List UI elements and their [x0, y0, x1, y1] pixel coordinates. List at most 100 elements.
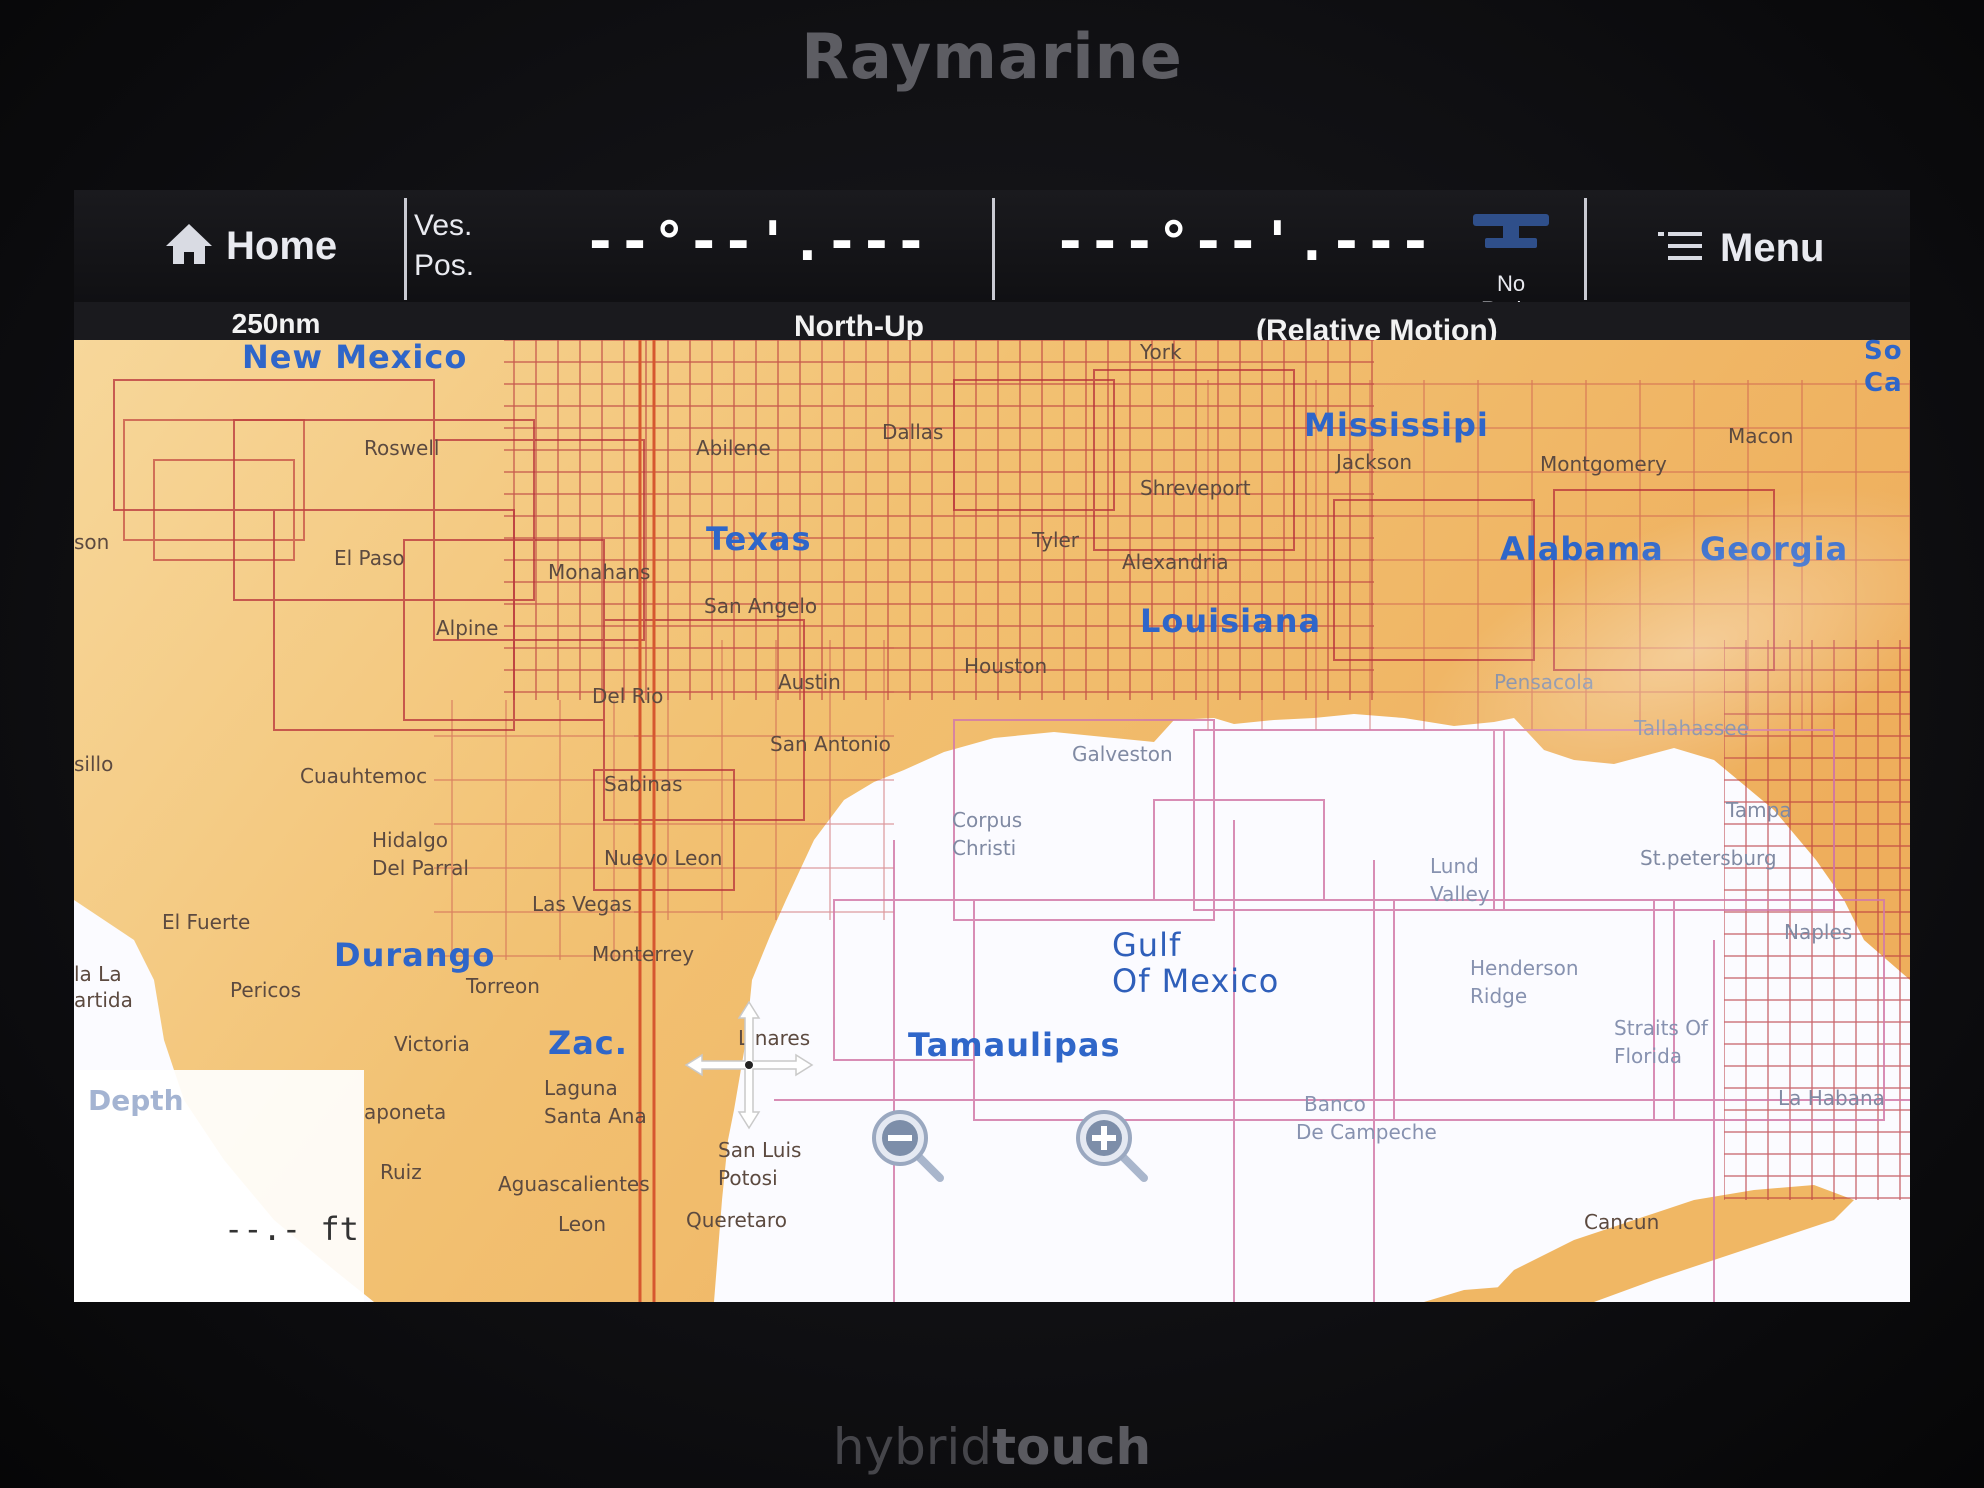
zoom-out-icon [872, 1110, 944, 1182]
city-label: Hidalgo [372, 828, 449, 852]
menu-button[interactable]: Menu [1654, 226, 1824, 271]
city-label: Potosi [718, 1166, 778, 1190]
city-label: Pensacola [1494, 670, 1595, 694]
city-label: Monterrey [592, 942, 695, 966]
latitude-readout: --°--'.--- [584, 210, 930, 273]
city-label: Roswell [364, 436, 440, 460]
city-label: Leon [558, 1212, 607, 1236]
zoom-out-button[interactable] [868, 1106, 948, 1186]
city-label: Aguascalientes [498, 1172, 650, 1196]
city-label: San Antonio [770, 732, 891, 756]
region-label-durango: Durango [334, 936, 496, 974]
menu-label: Menu [1720, 226, 1825, 270]
city-label: Del Rio [592, 684, 664, 708]
sea-label-gulf-line2: Of Mexico [1112, 962, 1280, 1000]
home-icon [164, 222, 214, 271]
city-label: Naples [1784, 920, 1853, 944]
feature-label: Florida [1614, 1044, 1683, 1068]
city-label: Galveston [1072, 742, 1173, 766]
sea-label-gulf-line1: Gulf [1112, 926, 1182, 964]
divider [404, 198, 407, 300]
depth-title: Depth [88, 1084, 184, 1117]
city-label: Alpine [436, 616, 499, 640]
city-label: Monahans [548, 560, 651, 584]
city-label: San Angelo [704, 594, 818, 618]
model-logo: hybridtouch [0, 1418, 1984, 1476]
region-label-tamaulipas: Tamaulipas [908, 1026, 1121, 1064]
city-label: Jackson [1336, 450, 1413, 474]
feature-label: Ridge [1470, 984, 1528, 1008]
city-label: Shreveport [1140, 476, 1251, 500]
city-label: Tyler [1032, 528, 1080, 552]
city-label: Dallas [882, 420, 944, 444]
city-label: Pericos [230, 978, 302, 1002]
city-label: Nuevo Leon [604, 846, 723, 870]
city-label: Austin [778, 670, 841, 694]
city-label: Laguna [544, 1076, 618, 1100]
city-label: Queretaro [686, 1208, 787, 1232]
city-label: son [74, 530, 110, 554]
city-label: Sabinas [604, 772, 683, 796]
city-label: Cuauhtemoc [300, 764, 428, 788]
home-label: Home [226, 223, 338, 268]
city-label: Montgomery [1540, 452, 1667, 476]
region-label-mississippi: Mississipi [1304, 406, 1489, 444]
city-label: Del Parral [372, 856, 469, 880]
city-label: sillo [74, 752, 114, 776]
feature-label: Henderson [1470, 956, 1579, 980]
region-label-edge-2: Ca [1864, 368, 1903, 398]
city-label: Abilene [696, 436, 771, 460]
region-label-georgia: Georgia [1700, 530, 1849, 568]
chart-grid-south-texas [434, 700, 654, 960]
city-label: La Habana [1778, 1086, 1885, 1110]
scale-label: 250nm [231, 308, 321, 339]
divider [1584, 198, 1587, 300]
city-label: Victoria [394, 1032, 470, 1056]
city-label: Corpus [952, 808, 1023, 832]
divider [992, 198, 995, 300]
pan-control[interactable] [684, 1000, 814, 1130]
vespos-line2: Pos. [414, 249, 475, 282]
city-label: Alexandria [1122, 550, 1229, 574]
home-button[interactable]: Home [164, 220, 337, 272]
city-label: Tampa [1726, 798, 1792, 822]
zoom-in-icon [1076, 1110, 1148, 1182]
region-label-new-mexico: New Mexico [242, 338, 468, 376]
city-label: Cancun [1584, 1210, 1660, 1234]
city-label: Ruiz [380, 1160, 422, 1184]
menu-icon [1654, 229, 1706, 268]
region-label-edge-1: So [1864, 336, 1903, 366]
city-label: York [1140, 340, 1182, 364]
feature-label: De Campeche [1296, 1120, 1437, 1144]
city-label: artida [74, 988, 133, 1012]
city-label: aponeta [364, 1100, 447, 1124]
region-label-texas: Texas [706, 520, 812, 558]
vessel-position-label: Ves. Pos. [414, 206, 474, 286]
chartplotter-screen: Home Ves. Pos. --°--'.--- ---°--'.--- No… [74, 190, 1910, 1302]
city-label: Tallahassee [1634, 716, 1749, 740]
city-label: Las Vegas [532, 892, 632, 916]
radar-icon [1471, 214, 1551, 260]
region-label-louisiana: Louisiana [1140, 602, 1322, 640]
chart-area[interactable]: New Mexico Texas Mississipi Louisiana Al… [74, 336, 1910, 1302]
region-label-zac: Zac. [548, 1024, 628, 1062]
feature-label: Lund [1430, 854, 1479, 878]
city-label: El Fuerte [162, 910, 251, 934]
city-label: Christi [952, 836, 1017, 860]
zoom-in-button[interactable] [1072, 1106, 1152, 1186]
longitude-readout: ---°--'.--- [1054, 210, 1434, 273]
region-label-alabama: Alabama [1500, 530, 1664, 568]
city-label: la La [74, 962, 122, 986]
city-label: Torreon [466, 974, 540, 998]
city-label: Santa Ana [544, 1104, 647, 1128]
pan-arrows-icon [684, 1000, 814, 1130]
feature-label: Banco [1304, 1092, 1366, 1116]
feature-label: Valley [1430, 882, 1490, 906]
model-prefix: hybrid [832, 1418, 993, 1476]
depth-value: --.- ft [224, 1210, 359, 1248]
depth-databox[interactable]: Depth --.- ft [74, 1070, 364, 1302]
orientation-mode[interactable]: North-Up [794, 310, 924, 344]
city-label: El Paso [334, 546, 405, 570]
city-label: Macon [1728, 424, 1794, 448]
model-suffix: touch [992, 1418, 1152, 1476]
